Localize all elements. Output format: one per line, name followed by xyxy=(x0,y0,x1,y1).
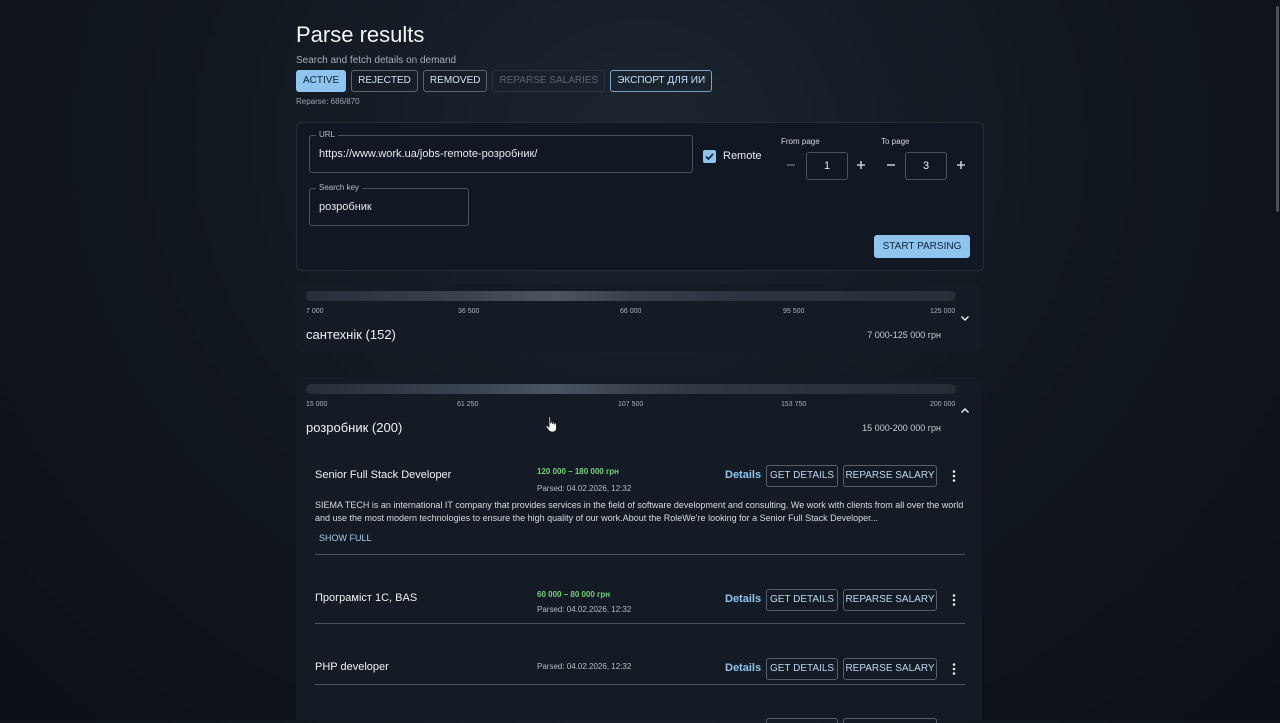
range-tick: 200 000 xyxy=(930,401,956,408)
details-link[interactable]: Details xyxy=(725,469,761,481)
parse-form-card: URL https://www.work.ua/jobs-remote-розр… xyxy=(296,122,984,271)
details-link[interactable]: Details xyxy=(725,662,761,674)
search-key-field[interactable]: Search key розробник xyxy=(309,183,469,226)
details-link[interactable]: Details xyxy=(725,593,761,605)
job-description: SIEMA TECH is an international IT compan… xyxy=(315,500,964,523)
tab-active[interactable]: ACTIVE xyxy=(296,70,347,92)
salary-range-ticks: 15 000 61 250 107 500 153 750 200 000 xyxy=(306,401,958,411)
salary-range-slider[interactable] xyxy=(306,384,956,394)
minus-icon xyxy=(887,164,895,166)
get-details-button[interactable]: GET DETAILS xyxy=(766,658,838,680)
job-parsed-date: Parsed: 04.02.2026, 12:32 xyxy=(537,484,632,493)
remote-label: Remote xyxy=(723,150,762,162)
group-salary-range: 7 000-125 000 грн xyxy=(867,330,941,340)
range-tick: 95 500 xyxy=(783,308,805,315)
job-title: Програміст 1С, BAS xyxy=(315,592,418,604)
range-tick: 107 500 xyxy=(618,401,644,408)
filter-tabs: ACTIVE REJECTED REMOVED REPARSE SALARIES… xyxy=(296,70,713,92)
url-field-label: URL xyxy=(316,130,339,139)
group-title: розробник (200) xyxy=(306,420,403,435)
get-details-button[interactable]: GET DETAILS xyxy=(766,465,838,487)
salary-range-slider[interactable] xyxy=(306,291,956,301)
search-key-value: розробник xyxy=(319,201,372,213)
reparse-salary-button[interactable]: REPARSE SALARY xyxy=(843,658,937,680)
job-item: PHP developer Parsed: 04.02.2026, 12:32 … xyxy=(315,657,965,693)
reparse-salary-button[interactable]: REPARSE SALARY xyxy=(843,465,937,487)
url-field[interactable]: URL https://www.work.ua/jobs-remote-розр… xyxy=(309,130,693,173)
search-key-label: Search key xyxy=(316,183,363,192)
group-panel-rozrobnyk[interactable]: 15 000 61 250 107 500 153 750 200 000 ро… xyxy=(296,377,982,723)
range-tick: 61 250 xyxy=(457,401,479,408)
job-title: PHP developer xyxy=(315,661,389,673)
start-parsing-button[interactable]: START PARSING xyxy=(874,235,970,258)
range-tick: 15 000 xyxy=(306,401,328,408)
plus-icon xyxy=(857,161,865,169)
page-subtitle: Search and fetch details on demand xyxy=(296,55,457,66)
job-item: Senior Full Stack Developer 120 000 – 18… xyxy=(315,465,965,557)
job-salary: 120 000 – 180 000 грн xyxy=(537,467,620,476)
reparse-salaries-button[interactable]: REPARSE SALARIES xyxy=(492,70,606,92)
divider xyxy=(315,554,965,555)
export-for-ai-button[interactable]: ЭКСПОРТ ДЛЯ ИИ xyxy=(610,70,713,92)
check-icon xyxy=(705,153,714,161)
group-title: сантехнік (152) xyxy=(306,327,396,342)
to-page-input[interactable]: 3 xyxy=(905,152,947,180)
from-page-label: From page xyxy=(781,137,820,146)
tab-removed[interactable]: REMOVED xyxy=(422,70,488,92)
minus-icon xyxy=(787,164,795,166)
url-field-value: https://www.work.ua/jobs-remote-розробни… xyxy=(319,148,538,160)
job-title: Senior Full Stack Developer xyxy=(315,469,452,481)
plus-icon xyxy=(957,161,965,169)
more-vert-icon[interactable] xyxy=(951,593,957,607)
reparse-status: Reparse: 686/870 xyxy=(296,97,360,106)
job-item: Програміст 1С, BAS 60 000 – 80 000 грн P… xyxy=(315,588,965,628)
range-tick: 7 000 xyxy=(306,308,324,315)
range-tick: 153 750 xyxy=(781,401,807,408)
job-salary: 60 000 – 80 000 грн xyxy=(537,590,611,599)
from-page-input[interactable]: 1 xyxy=(806,152,848,180)
cursor-icon xyxy=(545,416,557,433)
to-page-decrement[interactable] xyxy=(883,157,899,173)
from-page-decrement[interactable] xyxy=(783,157,799,173)
tab-rejected[interactable]: REJECTED xyxy=(351,70,418,92)
chevron-up-icon[interactable] xyxy=(959,405,971,417)
chevron-down-icon[interactable] xyxy=(959,312,971,324)
divider xyxy=(315,623,965,624)
from-page-increment[interactable] xyxy=(853,157,869,173)
reparse-salary-button[interactable]: REPARSE SALARY xyxy=(843,589,937,611)
get-details-button-partial xyxy=(766,718,838,723)
get-details-button[interactable]: GET DETAILS xyxy=(766,589,838,611)
to-page-label: To page xyxy=(881,137,910,146)
range-tick: 36 500 xyxy=(458,308,480,315)
job-parsed-date: Parsed: 04.02.2026, 12:32 xyxy=(537,662,632,671)
job-parsed-date: Parsed: 04.02.2026, 12:32 xyxy=(537,605,632,614)
more-vert-icon[interactable] xyxy=(951,469,957,483)
reparse-salary-button-partial xyxy=(843,718,937,723)
more-vert-icon[interactable] xyxy=(951,662,957,676)
page-title: Parse results xyxy=(296,22,425,47)
to-page-increment[interactable] xyxy=(953,157,969,173)
show-full-button[interactable]: SHOW FULL xyxy=(319,533,372,543)
salary-range-ticks: 7 000 36 500 66 000 95 500 125 000 xyxy=(306,308,958,318)
group-panel-santekhnik[interactable]: 7 000 36 500 66 000 95 500 125 000 санте… xyxy=(296,284,982,352)
range-tick: 125 000 xyxy=(930,308,956,315)
remote-checkbox[interactable] xyxy=(703,150,716,163)
page-scrollbar[interactable] xyxy=(1276,6,1279,212)
divider xyxy=(315,684,965,685)
range-tick: 66 000 xyxy=(620,308,642,315)
group-salary-range: 15 000-200 000 грн xyxy=(862,423,941,433)
